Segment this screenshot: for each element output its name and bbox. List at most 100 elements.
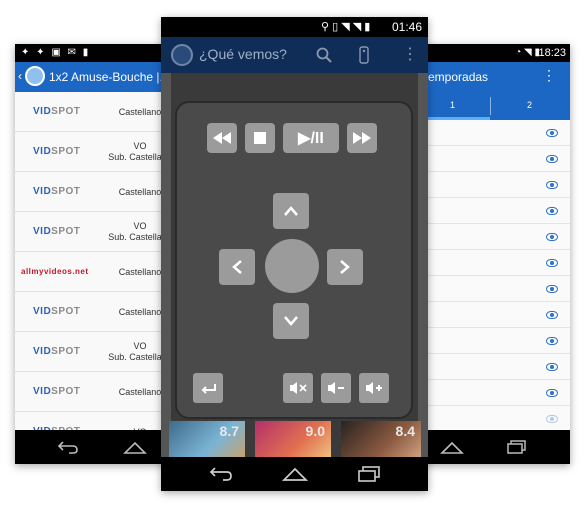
- list-item[interactable]: VIDSPOT Castellano: [15, 292, 175, 332]
- volume-down-button[interactable]: [321, 373, 351, 403]
- poster-thumbnail[interactable]: 8.7: [169, 421, 245, 457]
- mute-icon: [290, 382, 307, 394]
- eye-icon[interactable]: [546, 259, 558, 267]
- eye-icon[interactable]: [546, 285, 558, 293]
- eye-icon[interactable]: [546, 389, 558, 397]
- stop-button[interactable]: [245, 123, 275, 153]
- return-icon: [201, 384, 216, 394]
- host-logo: VIDSPOT: [33, 332, 80, 372]
- episode-row[interactable]: [410, 302, 570, 328]
- play-pause-button[interactable]: ▶/II: [283, 123, 339, 153]
- home-nav-icon[interactable]: [440, 440, 464, 454]
- host-name-part: SPOT: [51, 306, 81, 317]
- page-title: ¿Qué vemos?: [199, 46, 287, 62]
- host-logo: VIDSPOT: [33, 132, 80, 172]
- left-button[interactable]: [219, 249, 255, 285]
- rewind-button[interactable]: [207, 123, 237, 153]
- links-list: VIDSPOT Castellano VIDSPOT VO Sub. Castella…: [15, 92, 175, 430]
- status-bar: ⚲ ▯ ◥ ◥ ▮ 01:46: [161, 17, 428, 37]
- back-nav-icon[interactable]: [57, 440, 79, 454]
- mute-button[interactable]: [283, 373, 313, 403]
- host-logo: VIDSPOT: [33, 372, 80, 412]
- episode-row[interactable]: [410, 406, 570, 432]
- list-item[interactable]: VIDSPOT VO Sub. Castellano: [15, 332, 175, 372]
- eye-icon[interactable]: [546, 155, 558, 163]
- eye-icon[interactable]: [546, 129, 558, 137]
- chevron-up-icon: [284, 206, 298, 216]
- host-logo: VIDSPOT: [33, 172, 80, 212]
- eye-icon[interactable]: [546, 311, 558, 319]
- episode-row[interactable]: [410, 146, 570, 172]
- right-phone: ◔ ◥ ▮ 18:23 emporadas ⋮ 1 2: [410, 44, 570, 464]
- notification-icons: ✦ ✦ ▣ ✉ ▮: [21, 47, 91, 58]
- rating-label: 8.7: [219, 423, 239, 439]
- nav-bar: [410, 430, 570, 464]
- host-name-part: SPOT: [51, 106, 81, 117]
- search-icon[interactable]: [316, 47, 332, 63]
- recents-nav-icon[interactable]: [357, 466, 381, 482]
- eye-icon[interactable]: [546, 337, 558, 345]
- eye-icon[interactable]: [546, 207, 558, 215]
- home-nav-icon[interactable]: [123, 440, 147, 454]
- return-button[interactable]: [193, 373, 223, 403]
- back-icon[interactable]: ‹: [18, 69, 22, 83]
- eye-icon[interactable]: [546, 181, 558, 189]
- app-bar: emporadas ⋮: [410, 62, 570, 92]
- tab-season-2[interactable]: 2: [527, 100, 532, 110]
- fast-forward-button[interactable]: [347, 123, 377, 153]
- poster-thumbnail[interactable]: 9.0: [255, 421, 331, 457]
- tab-season-1[interactable]: 1: [450, 100, 455, 110]
- status-icons: ⚲ ▯ ◥ ◥ ▮: [321, 21, 371, 33]
- eye-icon[interactable]: [546, 233, 558, 241]
- list-item[interactable]: VIDSPOT Castellano: [15, 92, 175, 132]
- host-logo: VIDSPOT: [33, 412, 80, 430]
- back-nav-icon[interactable]: [209, 466, 233, 482]
- host-name-part: SPOT: [51, 146, 81, 157]
- host-name-part: SPOT: [51, 346, 81, 357]
- episode-row[interactable]: [410, 380, 570, 406]
- overflow-menu-icon[interactable]: ⋮: [402, 44, 418, 64]
- poster-thumbnail[interactable]: 8.4: [341, 421, 421, 457]
- volume-down-icon: [328, 382, 344, 394]
- main-content: 8.7 9.0 8.4 ▶/II: [161, 73, 428, 457]
- remote-control-panel: ▶/II: [175, 101, 413, 419]
- list-item[interactable]: VIDSPOT VO Sub. Castellano: [15, 212, 175, 252]
- episode-row[interactable]: [410, 120, 570, 146]
- rating-label: 9.0: [305, 423, 325, 439]
- episode-row[interactable]: [410, 328, 570, 354]
- rating-label: 8.4: [395, 423, 415, 439]
- recents-nav-icon[interactable]: [506, 440, 528, 454]
- backdrop-left: [161, 73, 171, 457]
- status-bar: ◔ ◥ ▮ 18:23: [410, 44, 570, 62]
- app-logo-icon: [171, 44, 193, 66]
- host-name-part: VID: [33, 186, 52, 197]
- episode-row[interactable]: [410, 250, 570, 276]
- ok-button[interactable]: [265, 239, 319, 293]
- right-button[interactable]: [327, 249, 363, 285]
- home-nav-icon[interactable]: [282, 466, 308, 482]
- volume-up-button[interactable]: [359, 373, 389, 403]
- eye-icon[interactable]: [546, 415, 558, 423]
- list-item[interactable]: VIDSPOTVO: [15, 412, 175, 430]
- overflow-menu-icon[interactable]: ⋮: [542, 67, 556, 84]
- list-item[interactable]: VIDSPOT VO Sub. Castellano: [15, 132, 175, 172]
- episode-row[interactable]: [410, 224, 570, 250]
- host-name-part: allmyvideos: [21, 267, 73, 276]
- up-button[interactable]: [273, 193, 309, 229]
- eye-icon[interactable]: [546, 363, 558, 371]
- episode-row[interactable]: [410, 276, 570, 302]
- list-item[interactable]: allmyvideos.net Castellano: [15, 252, 175, 292]
- left-phone: ✦ ✦ ▣ ✉ ▮ ‹ 1x2 Amuse-Bouche |... VIDSPO…: [15, 44, 175, 464]
- list-item[interactable]: VIDSPOT Castellano: [15, 372, 175, 412]
- episode-row[interactable]: [410, 354, 570, 380]
- episode-row[interactable]: [410, 198, 570, 224]
- episode-row[interactable]: [410, 172, 570, 198]
- host-name-part: SPOT: [51, 186, 81, 197]
- page-title: emporadas: [428, 70, 489, 84]
- list-item[interactable]: VIDSPOT Castellano: [15, 172, 175, 212]
- tab-divider: [490, 97, 491, 115]
- down-button[interactable]: [273, 303, 309, 339]
- season-tabs: 1 2: [410, 92, 570, 120]
- host-logo: VIDSPOT: [33, 212, 80, 252]
- remote-icon[interactable]: [359, 46, 369, 64]
